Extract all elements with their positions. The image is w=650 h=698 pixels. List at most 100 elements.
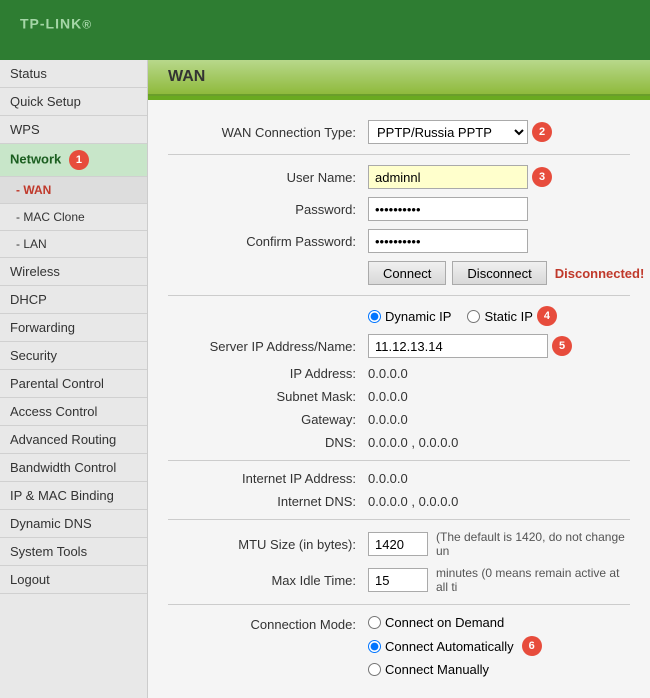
green-separator (148, 96, 650, 100)
mode-on-demand-option[interactable]: Connect on Demand (368, 615, 542, 630)
ip-type-radio-group: Dynamic IP Static IP (368, 309, 533, 324)
static-ip-radio[interactable] (467, 310, 480, 323)
confirm-password-label: Confirm Password: (168, 234, 368, 249)
server-ip-label: Server IP Address/Name: (168, 339, 368, 354)
wan-type-row: WAN Connection Type: PPTP/Russia PPTP Dy… (168, 120, 630, 144)
internet-ip-row: Internet IP Address: 0.0.0.0 (168, 471, 630, 486)
trademark: ® (82, 18, 92, 32)
subnet-mask-row: Subnet Mask: 0.0.0.0 (168, 389, 630, 404)
connection-mode-label: Connection Mode: (168, 615, 368, 632)
connect-row: Connect Disconnect Disconnected! (168, 261, 630, 285)
sidebar-item-logout[interactable]: Logout (0, 566, 147, 594)
subnet-mask-value: 0.0.0.0 (368, 389, 408, 404)
divider-5 (168, 604, 630, 605)
logo-text: TP-LINK (20, 16, 82, 32)
mode-auto-radio[interactable] (368, 640, 381, 653)
password-label: Password: (168, 202, 368, 217)
mtu-note: (The default is 1420, do not change un (436, 530, 630, 558)
password-input[interactable] (368, 197, 528, 221)
sidebar-item-forwarding[interactable]: Forwarding (0, 314, 147, 342)
divider-4 (168, 519, 630, 520)
sidebar-item-lan[interactable]: - LAN (0, 231, 147, 258)
mtu-input[interactable] (368, 532, 428, 556)
annotation-2: 2 (532, 122, 552, 142)
sidebar-item-bandwidth-control[interactable]: Bandwidth Control (0, 454, 147, 482)
internet-ip-value: 0.0.0.0 (368, 471, 408, 486)
sidebar-item-mac-clone[interactable]: - MAC Clone (0, 204, 147, 231)
dns-label: DNS: (168, 435, 368, 450)
ip-address-label: IP Address: (168, 366, 368, 381)
username-label: User Name: (168, 170, 368, 185)
ip-type-row: Dynamic IP Static IP 4 (168, 306, 630, 326)
sidebar-item-dynamic-dns[interactable]: Dynamic DNS (0, 510, 147, 538)
ip-address-value: 0.0.0.0 (368, 366, 408, 381)
dynamic-ip-label: Dynamic IP (385, 309, 451, 324)
mode-on-demand-radio[interactable] (368, 616, 381, 629)
internet-dns-row: Internet DNS: 0.0.0.0 , 0.0.0.0 (168, 494, 630, 509)
sidebar-item-wps[interactable]: WPS (0, 116, 147, 144)
disconnect-button[interactable]: Disconnect (452, 261, 546, 285)
max-idle-input[interactable] (368, 568, 428, 592)
mtu-row: MTU Size (in bytes): (The default is 142… (168, 530, 630, 558)
sidebar-item-status[interactable]: Status (0, 60, 147, 88)
ip-address-row: IP Address: 0.0.0.0 (168, 366, 630, 381)
gateway-row: Gateway: 0.0.0.0 (168, 412, 630, 427)
sidebar-item-wireless[interactable]: Wireless (0, 258, 147, 286)
username-row: User Name: 3 (168, 165, 630, 189)
static-ip-label: Static IP (484, 309, 532, 324)
mode-on-demand-label: Connect on Demand (385, 615, 504, 630)
mode-manual-radio[interactable] (368, 663, 381, 676)
wan-type-label: WAN Connection Type: (168, 125, 368, 140)
header: TP-LINK® (0, 0, 650, 60)
internet-dns-label: Internet DNS: (168, 494, 368, 509)
connection-mode-group: Connect on Demand Connect Automatically … (368, 615, 542, 677)
disconnected-status: Disconnected! (555, 266, 645, 281)
server-ip-row: Server IP Address/Name: 5 (168, 334, 630, 358)
dns-row: DNS: 0.0.0.0 , 0.0.0.0 (168, 435, 630, 450)
sidebar-item-system-tools[interactable]: System Tools (0, 538, 147, 566)
wan-connection-type-select[interactable]: PPTP/Russia PPTP Dynamic IP Static IP PP… (368, 120, 528, 144)
sidebar-item-access-control[interactable]: Access Control (0, 398, 147, 426)
divider-2 (168, 295, 630, 296)
internet-dns-value: 0.0.0.0 , 0.0.0.0 (368, 494, 458, 509)
sidebar-item-dhcp[interactable]: DHCP (0, 286, 147, 314)
internet-ip-label: Internet IP Address: (168, 471, 368, 486)
divider-1 (168, 154, 630, 155)
gateway-value: 0.0.0.0 (368, 412, 408, 427)
connection-mode-row: Connection Mode: Connect on Demand Conne… (168, 615, 630, 677)
annotation-4: 4 (537, 306, 557, 326)
sidebar-item-parental-control[interactable]: Parental Control (0, 370, 147, 398)
confirm-password-row: Confirm Password: (168, 229, 630, 253)
annotation-5: 5 (552, 336, 572, 356)
gateway-label: Gateway: (168, 412, 368, 427)
server-ip-input[interactable] (368, 334, 548, 358)
subnet-mask-label: Subnet Mask: (168, 389, 368, 404)
sidebar-item-ip-mac-binding[interactable]: IP & MAC Binding (0, 482, 147, 510)
main-content: WAN WAN Connection Type: PPTP/Russia PPT… (148, 60, 650, 698)
sidebar: Status Quick Setup WPS Network 1 - WAN -… (0, 60, 148, 698)
dynamic-ip-radio[interactable] (368, 310, 381, 323)
annotation-6: 6 (522, 636, 542, 656)
logo: TP-LINK® (20, 14, 92, 46)
annotation-1: 1 (69, 150, 89, 170)
confirm-password-input[interactable] (368, 229, 528, 253)
main-layout: Status Quick Setup WPS Network 1 - WAN -… (0, 60, 650, 698)
username-input[interactable] (368, 165, 528, 189)
sidebar-item-security[interactable]: Security (0, 342, 147, 370)
sidebar-item-quick-setup[interactable]: Quick Setup (0, 88, 147, 116)
form-area: WAN Connection Type: PPTP/Russia PPTP Dy… (148, 110, 650, 695)
mode-manual-label: Connect Manually (385, 662, 489, 677)
max-idle-row: Max Idle Time: minutes (0 means remain a… (168, 566, 630, 594)
sidebar-item-advanced-routing[interactable]: Advanced Routing (0, 426, 147, 454)
dns-value: 0.0.0.0 , 0.0.0.0 (368, 435, 458, 450)
mode-manual-option[interactable]: Connect Manually (368, 662, 542, 677)
static-ip-option[interactable]: Static IP (467, 309, 532, 324)
connect-button[interactable]: Connect (368, 261, 446, 285)
page-title: WAN (148, 60, 650, 96)
annotation-3: 3 (532, 167, 552, 187)
sidebar-item-wan[interactable]: - WAN (0, 177, 147, 204)
mode-auto-option[interactable]: Connect Automatically 6 (368, 636, 542, 656)
mtu-label: MTU Size (in bytes): (168, 537, 368, 552)
sidebar-item-network[interactable]: Network 1 (0, 144, 147, 177)
dynamic-ip-option[interactable]: Dynamic IP (368, 309, 451, 324)
